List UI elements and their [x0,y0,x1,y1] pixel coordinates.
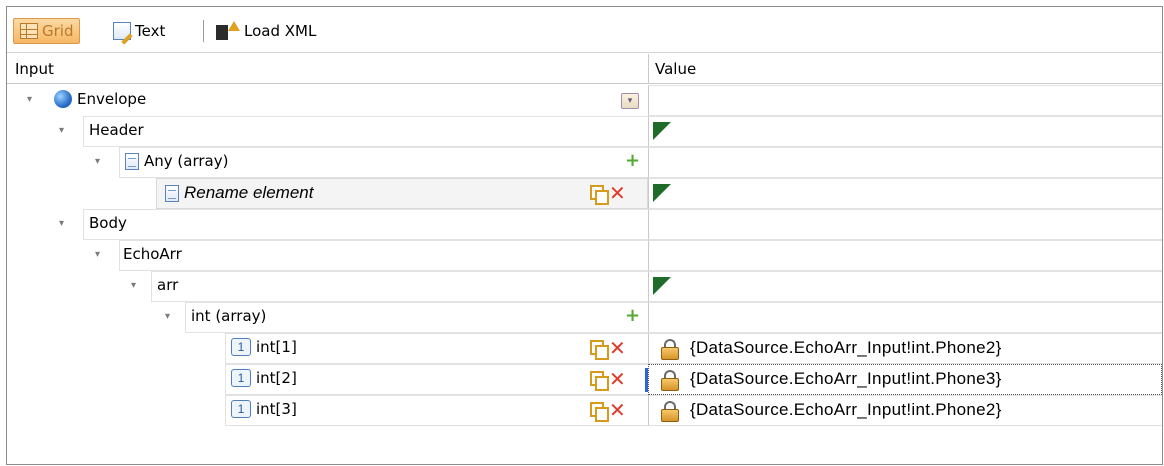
value-flag-icon [653,277,671,295]
header-label: Header [89,121,144,139]
column-resize-handle[interactable] [648,54,649,84]
column-header: Input Value [7,54,1162,84]
load-xml-label: Load XML [244,22,317,40]
collapse-toggle-icon[interactable]: ▾ [131,280,141,292]
collapse-toggle-icon[interactable]: ▾ [59,125,69,137]
int-1-value[interactable]: {DataSource.EchoArr_Input!int.Phone2} [690,338,1002,358]
envelope-node: Envelope [54,90,146,108]
lock-icon[interactable] [661,401,679,422]
delete-icon[interactable]: ✕ [609,369,626,389]
value-column-header[interactable]: Value [655,60,696,78]
text-edit-icon [113,22,131,40]
delete-icon[interactable]: ✕ [609,338,626,358]
int-2-value[interactable]: {DataSource.EchoArr_Input!int.Phone3} [690,369,1002,389]
int-2-label: int[2] [256,369,297,387]
document-icon [165,184,179,202]
arr-value-cell[interactable] [648,271,1162,302]
envelope-value-cell[interactable] [648,85,1162,116]
tree-row-header[interactable]: ▾ Header [7,116,1162,147]
rename-element-node[interactable]: Rename element [165,183,313,203]
toolbar: Grid Text Load XML [7,7,1162,53]
add-element-icon[interactable]: + [625,152,640,170]
collapse-toggle-icon[interactable]: ▾ [95,156,105,168]
collapse-toggle-icon[interactable]: ▾ [95,249,105,261]
text-view-label: Text [135,22,166,40]
any-array-node: Any (array) [125,152,228,170]
load-xml-icon [216,21,240,41]
tree-row-int-1[interactable]: 1 int[1] ✕ {DataSource.EchoArr_Input!int… [7,333,1162,364]
int-array-node: int (array) [191,307,266,325]
tree-row-any-array[interactable]: ▾ Any (array) + [7,147,1162,178]
body-value-cell[interactable] [648,209,1162,240]
int-array-label: int (array) [191,307,267,325]
index-icon: 1 [231,369,251,387]
tree-row-body[interactable]: ▾ Body [7,209,1162,240]
grid-view-button[interactable]: Grid [13,18,81,44]
xml-editor-panel: Grid Text Load XML Input Value ▾ Envelop… [6,6,1163,465]
value-flag-icon [653,122,671,140]
int-3-value[interactable]: {DataSource.EchoArr_Input!int.Phone2} [690,400,1002,420]
envelope-label: Envelope [77,90,147,108]
duplicate-icon[interactable] [590,185,609,205]
duplicate-icon[interactable] [590,340,609,360]
index-icon: 1 [231,400,251,418]
toolbar-separator [203,20,204,42]
grid-icon [20,23,38,39]
rename-value-cell[interactable] [648,178,1162,209]
document-icon [125,152,139,170]
value-flag-icon [653,184,671,202]
node-menu-dropdown-icon[interactable]: ▾ [621,93,639,109]
row-actions: ✕ [590,183,626,205]
index-icon: 1 [231,338,251,356]
load-xml-button[interactable]: Load XML [210,18,322,44]
input-column-header[interactable]: Input [15,60,54,78]
row-actions: ✕ [590,400,626,422]
arr-node: arr [157,276,178,294]
int-3-label: int[3] [256,400,297,418]
collapse-toggle-icon[interactable]: ▾ [27,94,37,106]
row-actions: ✕ [590,338,626,360]
duplicate-icon[interactable] [590,371,609,391]
tree-row-envelope[interactable]: ▾ Envelope ▾ [7,85,1162,116]
body-node: Body [89,214,127,232]
any-array-label: Any (array) [144,152,229,170]
int-array-value-cell[interactable] [648,302,1162,333]
body-label: Body [89,214,127,232]
tree-row-rename-element[interactable]: Rename element ✕ [7,178,1162,209]
echoarr-label: EchoArr [123,245,182,263]
int-1-label: int[1] [256,338,297,356]
tree-row-int-array[interactable]: ▾ int (array) + [7,302,1162,333]
arr-label: arr [157,276,179,294]
tree-row-arr[interactable]: ▾ arr [7,271,1162,302]
row-actions: ✕ [590,369,626,391]
echoarr-node: EchoArr [123,245,182,263]
tree-row-echoarr[interactable]: ▾ EchoArr [7,240,1162,271]
collapse-toggle-icon[interactable]: ▾ [59,218,69,230]
add-element-icon[interactable]: + [625,307,640,325]
collapse-toggle-icon[interactable]: ▾ [165,311,175,323]
grid-view-label: Grid [42,22,74,40]
lock-icon[interactable] [661,370,679,391]
int-2-node: 1 int[2] [231,369,297,387]
rename-element-label: Rename element [184,183,314,202]
header-node: Header [89,121,144,139]
delete-icon[interactable]: ✕ [609,183,626,203]
text-view-button[interactable]: Text [107,18,171,44]
tree-row-int-2[interactable]: 1 int[2] ✕ {DataSource.EchoArr_Input!int… [7,364,1162,395]
echoarr-value-cell[interactable] [648,240,1162,271]
any-value-cell[interactable] [648,147,1162,178]
globe-icon [54,90,72,108]
duplicate-icon[interactable] [590,402,609,422]
delete-icon[interactable]: ✕ [609,400,626,420]
tree-row-int-3[interactable]: 1 int[3] ✕ {DataSource.EchoArr_Input!int… [7,395,1162,426]
header-value-cell[interactable] [648,116,1162,147]
int-1-node: 1 int[1] [231,338,297,356]
lock-icon[interactable] [661,339,679,360]
int-3-node: 1 int[3] [231,400,297,418]
